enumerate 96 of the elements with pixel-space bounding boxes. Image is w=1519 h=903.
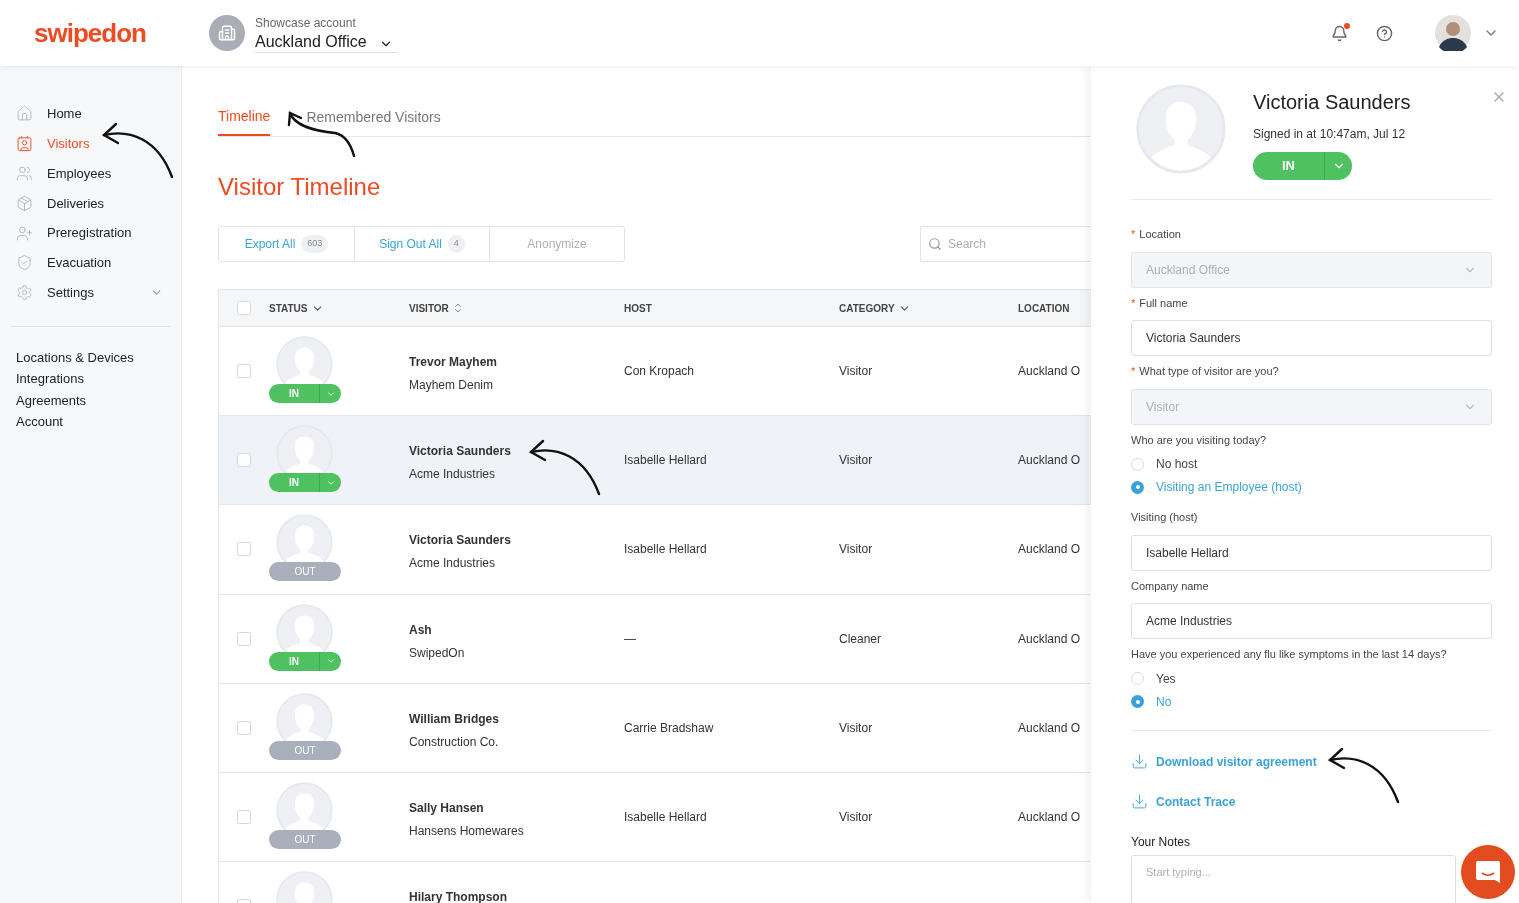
sidebar-link[interactable]: Account [0,411,181,433]
notes-label: Your Notes [1131,833,1191,851]
account-label: Showcase account [255,14,357,32]
column-header[interactable]: HOST [624,300,652,316]
tab[interactable]: Timeline [218,106,271,136]
visitor-name: Ash [409,621,433,639]
shield-check-icon [16,254,33,272]
sidebar-item[interactable]: Employees [0,158,181,189]
page-title: Visitor Timeline [218,172,382,202]
settings-icon [16,284,33,302]
radio-option[interactable]: Yes [1131,669,1492,688]
visitor-company: Acme Industries [409,466,497,484]
column-header[interactable]: STATUS [269,300,308,316]
field-label: Have you experienced any flu like symptoms in the last 14 days? [1131,647,1448,662]
field-label: Who are you visiting today? [1131,432,1268,448]
avatar-icon [1136,84,1226,174]
table-cell: Carrie Bradshaw [624,720,714,735]
help-icon[interactable] [1376,24,1393,42]
table-cell: Auckland O [1018,364,1081,379]
checkbox[interactable] [237,542,251,557]
table-cell: Auckland O [1018,631,1081,646]
table-cell: Auckland O [1018,453,1081,468]
field-label: * Location [1131,227,1182,242]
table-cell: Isabelle Hellard [624,453,707,468]
checkbox[interactable] [237,301,251,315]
search-field[interactable]: Search [920,226,1091,262]
field-label: * What type of visitor are you? [1131,364,1280,379]
table-cell: Visitor [839,453,873,468]
checkbox[interactable] [237,631,251,646]
visitor-name: Trevor Mayhem [409,354,499,371]
table-cell: Auckland O [1018,720,1081,735]
radio-option[interactable]: No host [1131,455,1492,473]
visitor-company: Acme Industries [409,555,497,573]
sidebar-link[interactable]: Locations & Devices [0,346,181,369]
visitor-name: William Bridges [409,710,500,728]
checkbox[interactable] [237,364,251,379]
table-cell: Visitor [839,720,873,735]
table-cell: Visitor [839,364,873,379]
visitor-name: Hilary Thompson [409,889,508,903]
visitor-name: Sally Hansen [409,799,485,817]
field-label: * Full name [1131,295,1189,311]
field-label: Visiting (host) [1131,510,1199,525]
table-cell: Isabelle Hellard [624,810,707,825]
visitor-name: Victoria Saunders [409,443,512,461]
sidebar-item[interactable]: Preregistration [0,218,181,248]
visitor-company: Construction Co. [409,733,500,751]
id-card-icon [16,135,33,153]
sidebar-item[interactable]: Evacuation [0,248,181,278]
table-cell: Cleaner [839,631,882,646]
logo[interactable]: swipedon [34,17,146,48]
location-dropdown[interactable]: Auckland Office [255,31,397,53]
download-icon [1131,753,1148,770]
search-icon [928,237,942,251]
checkbox[interactable] [237,720,251,735]
column-header[interactable]: LOCATION [1018,300,1070,316]
home-icon [16,105,33,123]
table-cell: Visitor [839,542,873,557]
notes-field[interactable]: Start typing... [1131,854,1456,903]
input-field[interactable]: Victoria Saunders [1131,320,1492,356]
table-row[interactable]: IN Victoria Saunders Acme Industries Isabelle Hellard Visitor Auckland O [219,416,1091,506]
table-cell: Auckland O [1018,810,1081,825]
sidebar-item[interactable]: Home [0,99,181,129]
users-icon [16,165,33,182]
table-cell: Con Kropach [624,364,695,379]
field-label: Company name [1131,578,1210,594]
count-badge: 603 [301,235,329,253]
table-cell: — [624,631,636,646]
table-cell: Isabelle Hellard [624,542,707,557]
input-field[interactable]: Isabelle Hellard [1131,534,1492,571]
sidebar-link[interactable]: Integrations [0,368,181,390]
sidebar-item[interactable]: Settings [0,277,181,308]
user-avatar[interactable] [1435,15,1471,51]
visitor-name: Victoria Saunders [409,532,512,550]
chat-icon [1475,859,1501,885]
tab[interactable]: Remembered Visitors [306,106,441,136]
visitor-company: Mayhem Denim [409,377,495,394]
sidebar-item[interactable]: Visitors [0,128,181,159]
input-field[interactable]: Acme Industries [1131,603,1492,639]
table-cell: Auckland O [1018,542,1081,557]
sidebar-link[interactable]: Agreements [0,389,181,412]
column-header[interactable]: CATEGORY [839,300,895,316]
visitor-company: Hansens Homewares [409,822,525,840]
visitor-company: SwipedOn [409,644,466,662]
download-icon [1131,793,1148,810]
user-plus-icon [16,224,33,242]
checkbox[interactable] [237,453,251,468]
sidebar-item[interactable]: Deliveries [0,188,181,219]
visitor-name: Victoria Saunders [1253,90,1411,115]
building-icon [209,15,245,51]
sign-in-time: Signed in at 10:47am, Jul 12 [1253,126,1407,143]
column-header[interactable]: VISITOR [409,300,449,316]
count-badge: 4 [447,235,465,253]
package-icon [16,194,33,212]
table-cell: Visitor [839,810,873,825]
checkbox[interactable] [237,810,251,825]
notifications-icon[interactable] [1331,24,1348,42]
